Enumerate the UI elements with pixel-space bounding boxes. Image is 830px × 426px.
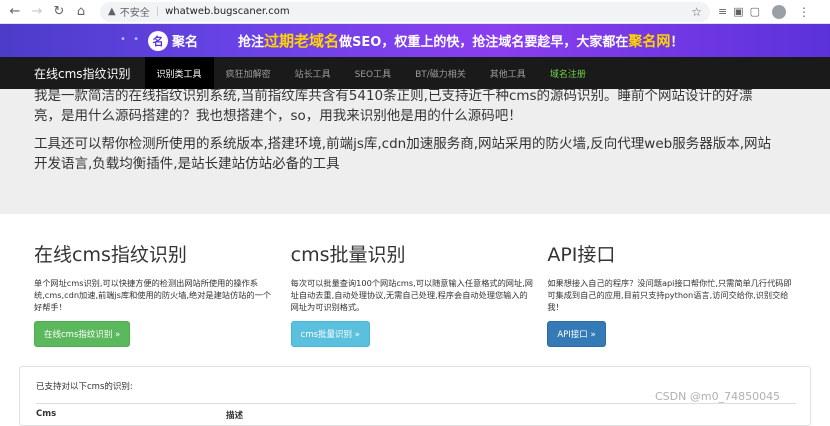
feature-api: API接口 如果想接入自己的程序？没问题api接口帮你忙,只需简单几行代码即可集… [547, 243, 804, 347]
single-cms-button[interactable]: 在线cms指纹识别 » [34, 321, 131, 347]
table-header: Cms 描述 [36, 403, 796, 421]
feature-single-cms: 在线cms指纹识别 单个网址cms识别,可以快捷方便的检测出网站所使用的操作系统… [34, 243, 291, 347]
address-bar[interactable]: ▲ 不安全 | whatweb.bugscaner.com ☆ [100, 1, 710, 22]
url-text: whatweb.bugscaner.com [165, 6, 290, 17]
column-header-cms: Cms [36, 409, 57, 419]
bookmark-star-icon[interactable]: ☆ [691, 5, 702, 19]
nav-item-crypto[interactable]: 疯狂加解密 [214, 57, 283, 89]
extensions-icon[interactable]: ▣ [733, 5, 743, 18]
feature-title: 在线cms指纹识别 [34, 244, 187, 266]
reading-list-icon[interactable]: ≡ [718, 5, 727, 18]
nav-item-seo-tools[interactable]: SEO工具 [343, 57, 403, 89]
ad-banner[interactable]: • • 名 聚名 抢注过期老域名做SEO，权重上的快，抢注域名要趁早，大家都在聚… [0, 24, 830, 57]
api-button[interactable]: API接口 » [547, 321, 606, 347]
column-header-description: 描述 [226, 411, 244, 421]
feature-description: 每次可以批量查询100个网站cms,可以随意输入任意格式的网址,网址自动去重,自… [290, 278, 533, 312]
nav-item-recognition-tools[interactable]: 识别类工具 [144, 57, 214, 89]
nav-menu: 识别类工具 疯狂加解密 站长工具 SEO工具 BT/磁力相关 其他工具 域名注册 [144, 57, 598, 89]
forward-arrow-icon[interactable]: → [26, 1, 48, 23]
batch-cms-button[interactable]: cms批量识别 » [290, 321, 370, 347]
decorative-dots: • • [120, 34, 141, 45]
feature-batch-cms: cms批量识别 每次可以批量查询100个网站cms,可以随意输入任意格式的网址,… [290, 243, 548, 347]
site-navbar: 在线cms指纹识别 识别类工具 疯狂加解密 站长工具 SEO工具 BT/磁力相关… [0, 57, 830, 89]
warning-icon: ▲ [108, 6, 116, 17]
nav-item-domain-register[interactable]: 域名注册 [538, 57, 598, 89]
feature-title: cms批量识别 [290, 244, 406, 266]
address-separator: | [155, 6, 160, 17]
feature-columns: 在线cms指纹识别 单个网址cms识别,可以快捷方便的检测出网站所使用的操作系统… [34, 243, 804, 347]
intro-jumbotron: 我是一款简洁的在线指纹识别系统,当前指纹库共含有5410条正则,已支持近千种cm… [0, 88, 830, 214]
home-icon[interactable]: ⌂ [70, 1, 92, 23]
insecure-label: 不安全 [119, 8, 150, 19]
browser-toolbar: ← → ↻ ⌂ ▲ 不安全 | whatweb.bugscaner.com ☆ … [0, 0, 830, 24]
panel-note: 已支持对以下cms的识别: [36, 382, 133, 392]
reload-icon[interactable]: ↻ [48, 1, 70, 23]
intro-paragraph-1: 我是一款简洁的在线指纹识别系统,当前指纹库共含有5410条正则,已支持近千种cm… [34, 88, 753, 124]
feature-description: 单个网址cms识别,可以快捷方便的检测出网站所使用的操作系统,cms,cdn加速… [34, 278, 271, 312]
more-menu-icon[interactable]: ⋮ [798, 5, 810, 19]
site-brand[interactable]: 在线cms指纹识别 [34, 65, 131, 82]
feature-title: API接口 [547, 244, 616, 266]
nav-item-other-tools[interactable]: 其他工具 [478, 57, 538, 89]
nav-item-webmaster-tools[interactable]: 站长工具 [283, 57, 343, 89]
banner-logo-text: 聚名 [172, 35, 199, 50]
nav-item-bt-magnet[interactable]: BT/磁力相关 [403, 57, 478, 89]
intro-paragraph-2: 工具还可以帮你检测所使用的系统版本,搭建环境,前端js库,cdn加速服务商,网站… [34, 136, 771, 172]
banner-logo-mark: 名 [148, 30, 168, 51]
csdn-watermark: CSDN @m0_74850045 [655, 390, 781, 403]
profile-avatar[interactable] [772, 4, 787, 19]
back-arrow-icon[interactable]: ← [4, 1, 26, 23]
banner-slogan: 抢注过期老域名做SEO，权重上的快，抢注域名要趁早，大家都在聚名网！ [238, 32, 684, 50]
window-icon[interactable]: ▢ [750, 5, 760, 18]
feature-description: 如果想接入自己的程序？没问题api接口帮你忙,只需简单几行代码即可集成到自己的应… [547, 278, 792, 312]
